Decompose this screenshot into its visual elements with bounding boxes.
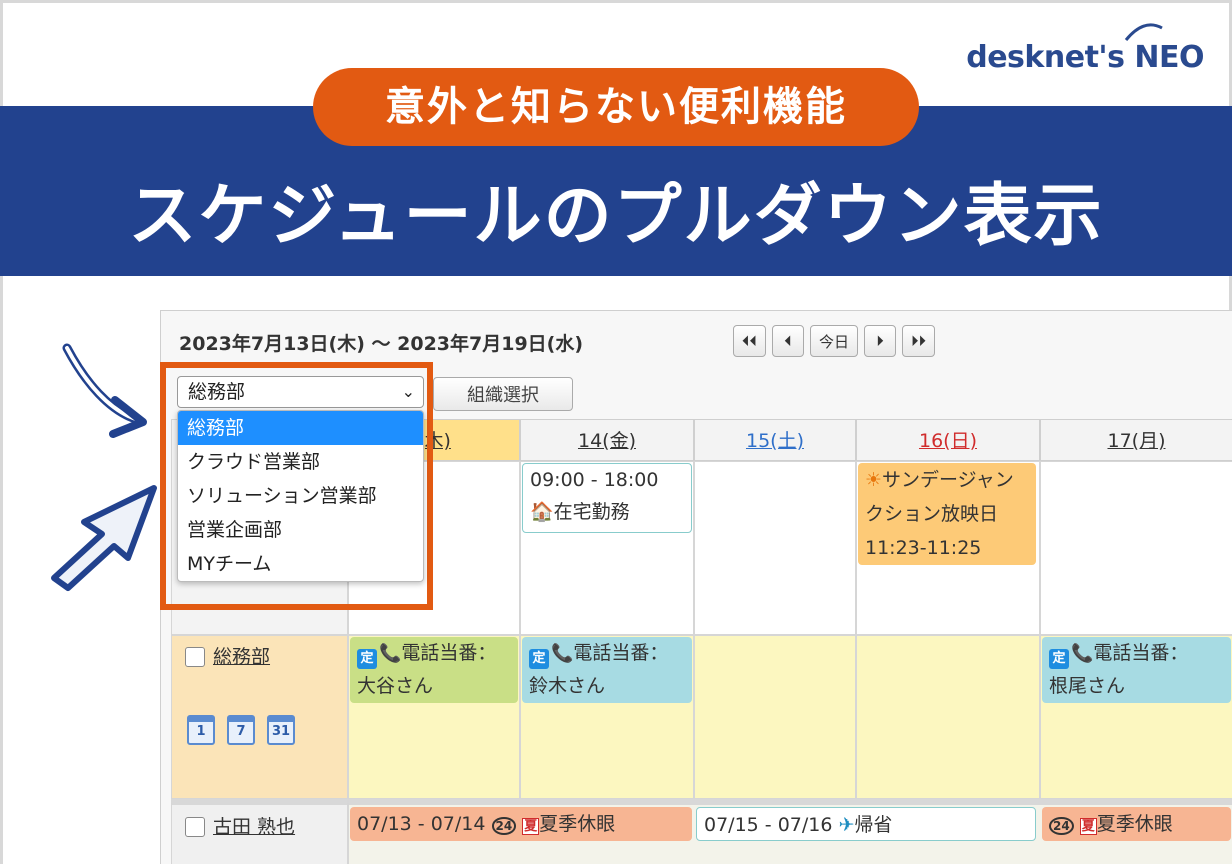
next-week-button[interactable]: ⏵ [864,325,897,357]
event-phone-duty[interactable]: 定 📞電話当番： 根尾さん [1042,637,1231,703]
regular-tag-icon: 定 [1049,649,1069,669]
event-sunday-junction[interactable]: ☀サンデージャン クション放映日 11:23-11:25 [858,463,1036,565]
banner-title: スケジュールのプルダウン表示 [128,177,1104,256]
date-range: 2023年7月13日(木) ～ 2023年7月19日(水) [179,333,584,355]
logo-text: desknet's NEO [966,40,1204,75]
regular-tag-icon: 定 [529,649,549,669]
group-checkbox[interactable] [185,647,205,667]
24h-icon: 24 [491,817,517,835]
day-view-icon[interactable]: 1 [187,715,215,745]
dropdown-option[interactable]: MYチーム [178,547,423,581]
event-remote-work[interactable]: 09:00 - 18:00 🏠在宅勤務 [522,463,692,533]
event-summer-leave[interactable]: 24 夏夏季休眼 [1042,807,1231,841]
chevron-down-icon: ⌄ [401,382,415,401]
dropdown-option[interactable]: ソリューション営業部 [178,479,423,513]
person-name-link[interactable]: 古田 熟也 [213,812,295,839]
org-select-button[interactable]: 組織選択 [433,377,573,411]
department-select[interactable]: 総務部 ⌄ [177,376,424,408]
person-checkbox[interactable] [185,817,205,837]
event-phone-duty[interactable]: 定 📞電話当番： 大谷さん [350,637,518,703]
today-button[interactable]: 今日 [810,325,859,357]
curved-arrow-icon [62,343,147,438]
phone-icon: 📞 [551,643,574,664]
header-sun[interactable]: 16(日) [856,419,1040,461]
last-week-button[interactable]: ⏵⏵ [902,325,936,357]
prev-week-button[interactable]: ⏴ [772,325,805,357]
summer-tag-icon: 夏 [522,818,540,835]
day-cell[interactable] [1040,461,1232,635]
summer-tag-icon: 夏 [1079,818,1097,835]
day-cell[interactable] [694,461,856,635]
brand-logo: desknet's NEO [966,23,1204,75]
event-phone-duty[interactable]: 定 📞電話当番： 鈴木さん [522,637,692,703]
group-name-link[interactable]: 総務部 [213,642,270,669]
day-cell[interactable] [856,635,1040,799]
phone-icon: 📞 [379,643,402,664]
header-fri[interactable]: 14(金) [520,419,694,461]
logo-swoosh-icon [1124,23,1163,41]
dropdown-option[interactable]: クラウド営業部 [178,445,423,479]
dropdown-option[interactable]: 営業企画部 [178,513,423,547]
first-week-button[interactable]: ⏴⏴ [733,325,767,357]
phone-icon: 📞 [1071,643,1094,664]
header-mon[interactable]: 17(月) [1040,419,1232,461]
airplane-icon: ✈ [838,814,855,836]
sun-icon: ☀ [865,469,883,491]
day-cell[interactable] [694,635,856,799]
month-view-icon[interactable]: 31 [267,715,295,745]
header-sat[interactable]: 15(土) [694,419,856,461]
week-view-icon[interactable]: 7 [227,715,255,745]
dropdown-option[interactable]: 総務部 [178,411,423,445]
pointer-arrow-icon [51,485,157,591]
house-icon: 🏠 [530,501,554,523]
department-dropdown-list: 総務部 クラウド営業部 ソリューション営業部 営業企画部 MYチーム [177,410,424,582]
regular-tag-icon: 定 [357,649,377,669]
date-nav: ⏴⏴ ⏴ 今日 ⏵ ⏵⏵ [733,325,936,357]
banner-pill: 意外と知らない便利機能 [313,68,919,146]
24h-icon: 24 [1049,817,1074,835]
event-homecoming[interactable]: 07/15 - 07/16 ✈帰省 [696,807,1036,841]
event-summer-leave[interactable]: 07/13 - 07/14 24 夏夏季休眼 [350,807,692,841]
